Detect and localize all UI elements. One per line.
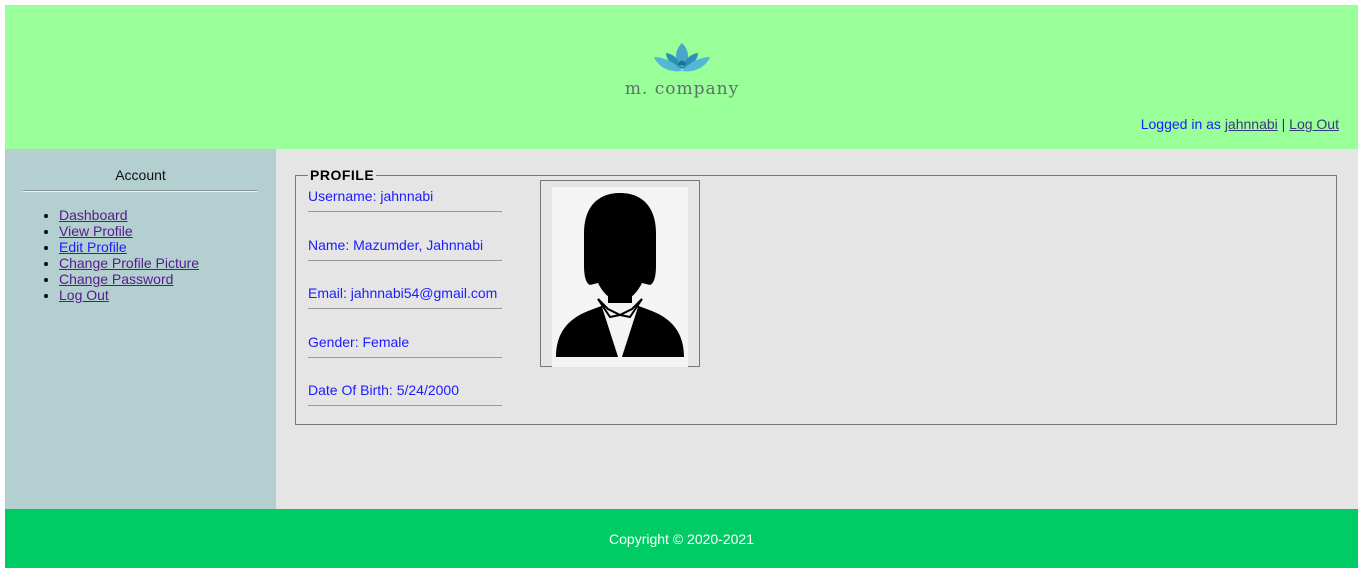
dob-field: Date Of Birth: 5/24/2000 bbox=[308, 382, 502, 406]
menu-item-edit-profile: Edit Profile bbox=[59, 239, 199, 255]
profile-picture bbox=[540, 180, 700, 367]
copyright-text: Copyright © 2020-2021 bbox=[609, 531, 754, 547]
profile-legend: PROFILE bbox=[308, 167, 377, 183]
sidebar: Account Dashboard View Profile Edit Prof… bbox=[5, 149, 276, 509]
gender-field: Gender: Female bbox=[308, 334, 502, 358]
footer: Copyright © 2020-2021 bbox=[5, 509, 1358, 568]
menu-item-change-password: Change Password bbox=[59, 271, 199, 287]
menu-item-dashboard: Dashboard bbox=[59, 207, 199, 223]
company-logo: m. company bbox=[617, 41, 747, 101]
view-profile-link[interactable]: View Profile bbox=[59, 223, 133, 239]
main-content: PROFILE Username: jahnnabi Name: Mazumde… bbox=[276, 149, 1358, 509]
profile-fieldset: PROFILE Username: jahnnabi Name: Mazumde… bbox=[295, 167, 1337, 425]
person-silhouette-icon bbox=[552, 187, 688, 367]
logout-link[interactable]: Log Out bbox=[1289, 116, 1339, 132]
sidebar-divider bbox=[23, 190, 258, 192]
lotus-icon bbox=[654, 43, 710, 72]
login-info: Logged in as jahnnabi | Log Out bbox=[1141, 116, 1339, 132]
dashboard-link[interactable]: Dashboard bbox=[59, 207, 128, 223]
menu-item-view-profile: View Profile bbox=[59, 223, 199, 239]
separator: | bbox=[1281, 116, 1286, 132]
edit-profile-link[interactable]: Edit Profile bbox=[59, 239, 127, 255]
brand-name: m. company bbox=[624, 79, 740, 99]
email-field: Email: jahnnabi54@gmail.com bbox=[308, 285, 502, 309]
username-field: Username: jahnnabi bbox=[308, 188, 502, 212]
username-link[interactable]: jahnnabi bbox=[1225, 116, 1278, 132]
change-password-link[interactable]: Change Password bbox=[59, 271, 173, 287]
header: m. company Logged in as jahnnabi | Log O… bbox=[5, 5, 1358, 149]
account-menu: Dashboard View Profile Edit Profile Chan… bbox=[23, 207, 199, 303]
name-field: Name: Mazumder, Jahnnabi bbox=[308, 237, 502, 261]
sidebar-title: Account bbox=[115, 167, 166, 183]
menu-item-logout: Log Out bbox=[59, 287, 199, 303]
page: m. company Logged in as jahnnabi | Log O… bbox=[5, 5, 1358, 568]
menu-item-change-picture: Change Profile Picture bbox=[59, 255, 199, 271]
change-profile-picture-link[interactable]: Change Profile Picture bbox=[59, 255, 199, 271]
sidebar-logout-link[interactable]: Log Out bbox=[59, 287, 109, 303]
logged-in-label: Logged in as bbox=[1140, 116, 1221, 132]
